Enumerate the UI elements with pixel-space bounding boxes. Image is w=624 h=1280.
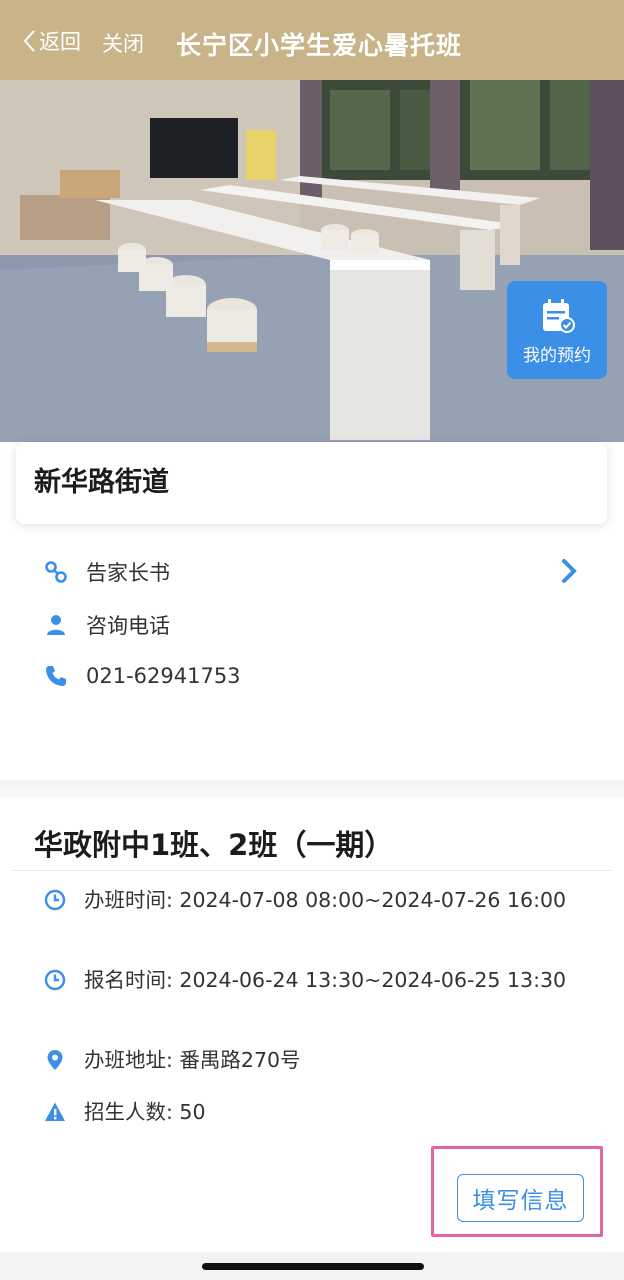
location-pin-icon (42, 1045, 68, 1075)
top-bar: 返回 关闭 长宁区小学生爱心暑托班 (0, 0, 624, 80)
divider (12, 870, 612, 871)
close-button[interactable]: 关闭 (102, 28, 144, 58)
class-title: 华政附中1班、2班（一期） (34, 828, 394, 862)
street-name: 新华路街道 (34, 467, 169, 498)
chevron-left-icon (23, 30, 35, 52)
address-row: 办班地址: 番禺路270号 (42, 1045, 582, 1075)
person-icon (42, 611, 70, 639)
classroom-image (0, 80, 624, 442)
chevron-right-icon[interactable] (558, 558, 580, 584)
enrollment-count: 招生人数: 50 (84, 1100, 206, 1124)
fill-info-button[interactable]: 填写信息 (457, 1174, 584, 1222)
signup-time-row: 报名时间: 2024-06-24 13:30~2024-06-25 13:30 (42, 965, 582, 995)
enrollment-row: 招生人数: 50 (42, 1097, 582, 1127)
warning-icon (42, 1097, 68, 1127)
class-time-row: 办班时间: 2024-07-08 08:00~2024-07-26 16:00 (42, 885, 582, 915)
section-divider (0, 780, 624, 798)
class-address: 办班地址: 番禺路270号 (84, 1048, 301, 1072)
my-reservation-button[interactable]: 我的预约 (507, 281, 607, 379)
phone-number: 021-62941753 (86, 664, 241, 688)
phone-icon (42, 662, 70, 690)
class-time: 办班时间: 2024-07-08 08:00~2024-07-26 16:00 (84, 888, 567, 912)
calendar-check-icon (543, 298, 575, 333)
street-card: 新华路街道 (16, 442, 607, 524)
consult-phone-label: 咨询电话 (86, 614, 170, 638)
parent-letter-row[interactable]: 告家长书 (42, 557, 170, 587)
clock-icon (42, 885, 68, 915)
consult-phone-row: 咨询电话 (42, 610, 170, 640)
signup-time: 报名时间: 2024-06-24 13:30~2024-06-25 13:30 (84, 968, 567, 992)
page-title: 长宁区小学生爱心暑托班 (176, 31, 463, 60)
parent-letter-label: 告家长书 (86, 561, 170, 585)
link-icon (42, 558, 70, 586)
my-reservation-label: 我的预约 (523, 345, 591, 366)
home-indicator (202, 1263, 424, 1270)
back-button[interactable]: 返回 (22, 26, 81, 56)
phone-number-row[interactable]: 021-62941753 (42, 662, 241, 690)
clock-icon (42, 965, 68, 995)
classroom-photo: 我的预约 (0, 80, 624, 442)
back-label: 返回 (39, 30, 81, 54)
